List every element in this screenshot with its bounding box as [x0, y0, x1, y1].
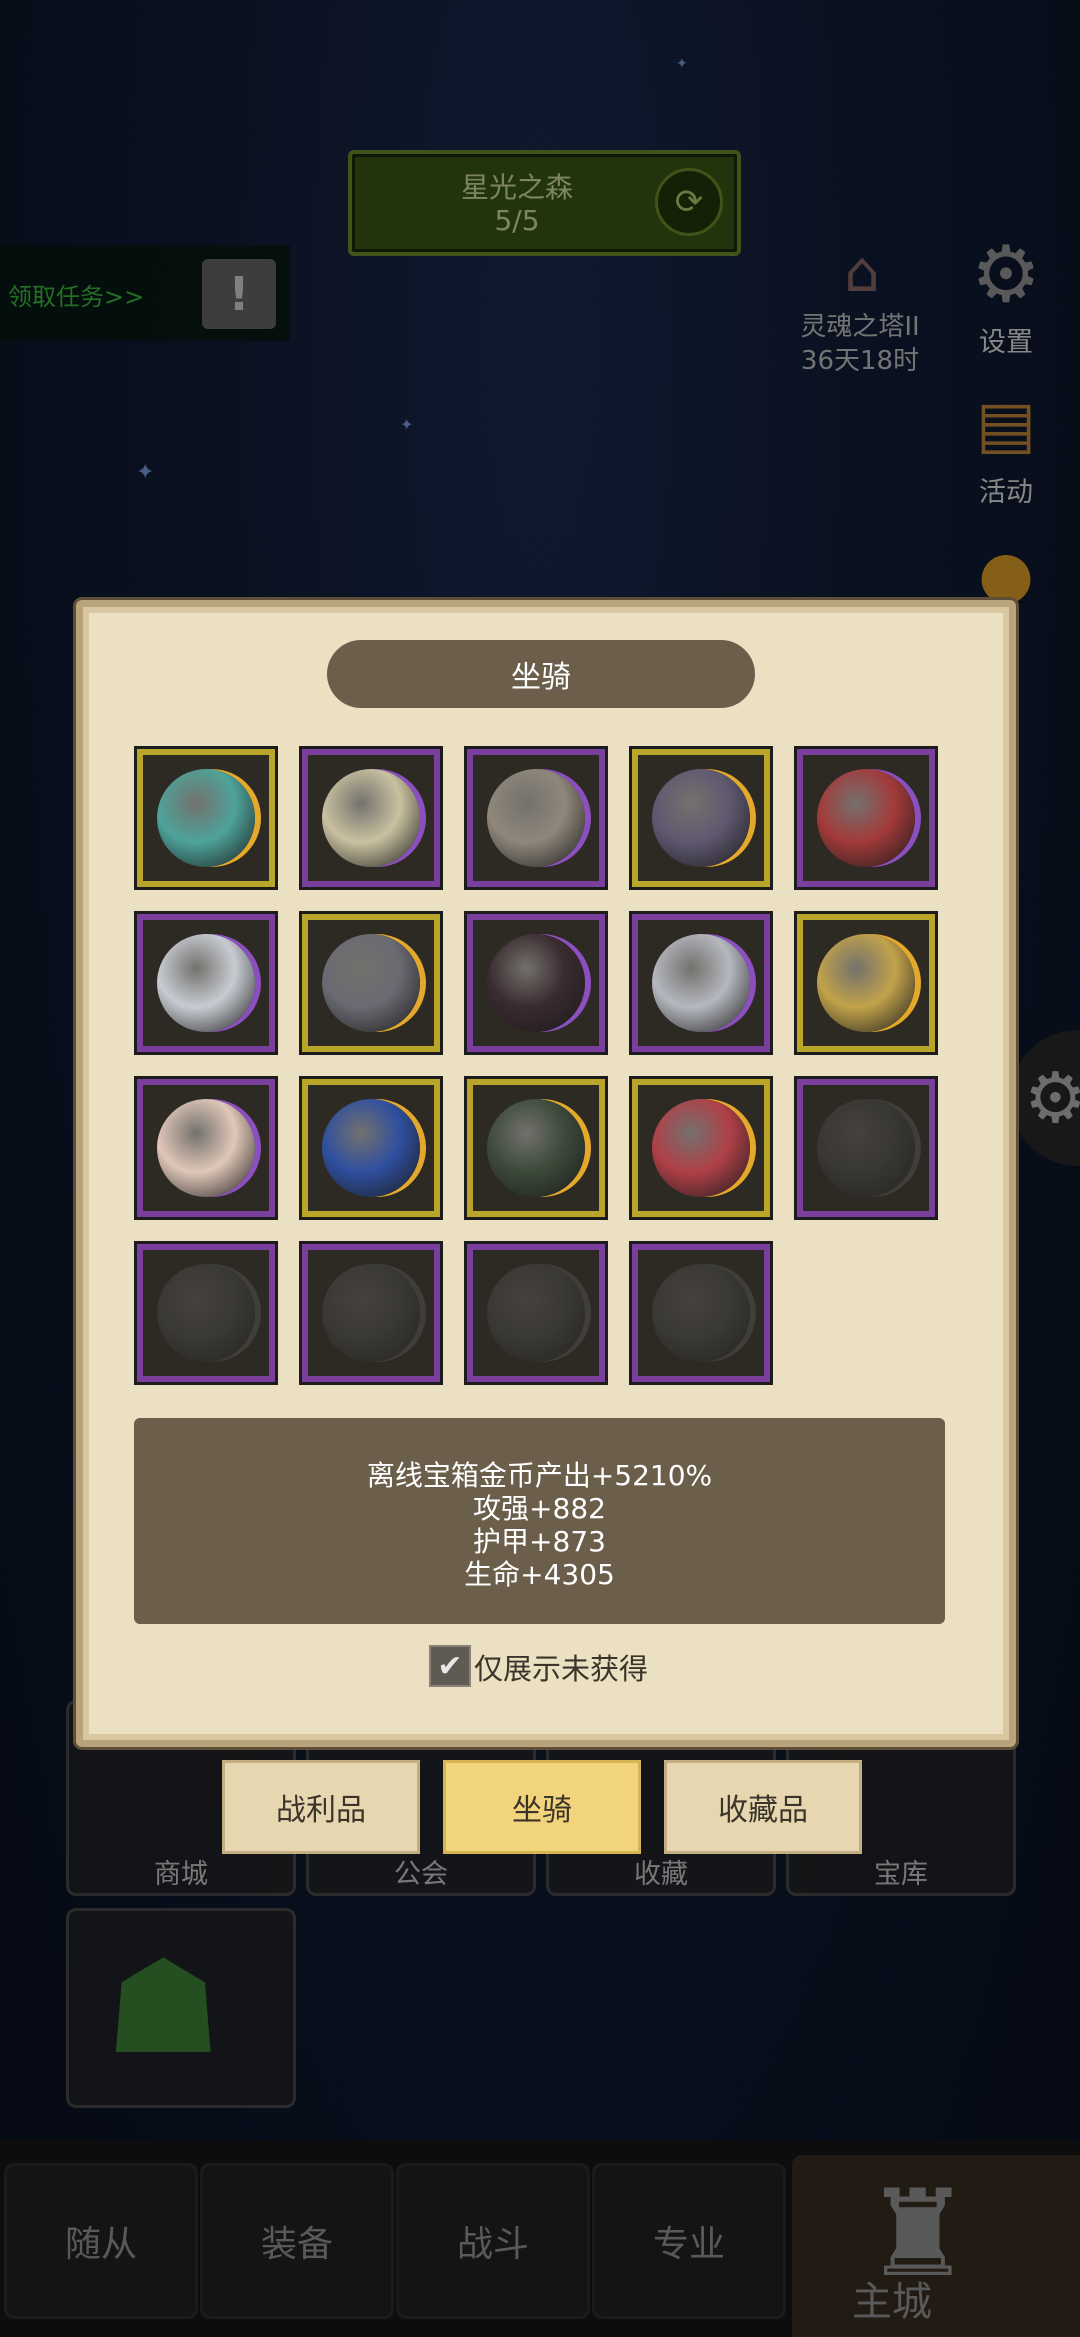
mount-slot[interactable]: [464, 911, 608, 1055]
stat-health: 生命+4305: [464, 1558, 615, 1591]
blue-heart-mount-icon: [322, 1099, 420, 1197]
stats-box: 离线宝箱金币产出+5210% 攻强+882 护甲+873 生命+4305: [134, 1418, 945, 1624]
show-unowned-checkbox[interactable]: ✔: [429, 1645, 471, 1687]
mount-slot[interactable]: [464, 746, 608, 890]
red-green-mask-mount-icon: [652, 1099, 750, 1197]
tab-mounts[interactable]: 坐骑: [443, 1760, 641, 1854]
mount-slot[interactable]: [134, 911, 278, 1055]
dark-dragon-mount-icon: [157, 1264, 255, 1362]
mount-slot[interactable]: [134, 1241, 278, 1385]
silver-gold-mask-mount-icon: [322, 769, 420, 867]
mount-slot[interactable]: [464, 1241, 608, 1385]
pale-bird-mount-icon: [157, 1099, 255, 1197]
tab-label: 坐骑: [512, 1793, 572, 1828]
tab-label: 战利品: [276, 1793, 366, 1828]
mount-slot[interactable]: [629, 911, 773, 1055]
mount-slot[interactable]: [794, 911, 938, 1055]
panel-title: 坐骑: [327, 640, 755, 708]
red-black-demon-mount-icon: [487, 934, 585, 1032]
mount-slot[interactable]: [299, 911, 443, 1055]
mount-slot[interactable]: [134, 746, 278, 890]
mount-slot[interactable]: [299, 1076, 443, 1220]
red-armored-mount-icon: [817, 769, 915, 867]
golden-spiral-mount-icon: [817, 934, 915, 1032]
teal-skull-mount-icon: [157, 769, 255, 867]
iron-knight-mount-icon: [652, 1264, 750, 1362]
mount-slot[interactable]: [299, 1241, 443, 1385]
silver-emerald-mount-icon: [652, 934, 750, 1032]
stone-spiral-mount-icon: [487, 769, 585, 867]
mount-slot[interactable]: [794, 1076, 938, 1220]
dark-armor-mount-icon: [322, 1264, 420, 1362]
mount-slot[interactable]: [134, 1076, 278, 1220]
mount-slot[interactable]: [629, 1076, 773, 1220]
mount-slot[interactable]: [629, 746, 773, 890]
steel-helmet-mount-icon: [322, 934, 420, 1032]
green-shadow-mount-icon: [487, 1099, 585, 1197]
tab-loot[interactable]: 战利品: [222, 1760, 420, 1854]
checkmark-icon: ✔: [437, 1648, 463, 1684]
show-unowned-label[interactable]: 仅展示未获得: [474, 1646, 648, 1688]
mount-slot[interactable]: [299, 746, 443, 890]
white-crystal-mount-icon: [157, 934, 255, 1032]
shadow-beast-mount-icon: [487, 1264, 585, 1362]
tab-collectibles[interactable]: 收藏品: [664, 1760, 862, 1854]
dark-green-mech-mount-icon: [652, 769, 750, 867]
mount-slot[interactable]: [464, 1076, 608, 1220]
mount-slot[interactable]: [794, 746, 938, 890]
mount-slot[interactable]: [629, 1241, 773, 1385]
horse-mount-icon: [817, 1099, 915, 1197]
tab-label: 收藏品: [718, 1793, 808, 1828]
